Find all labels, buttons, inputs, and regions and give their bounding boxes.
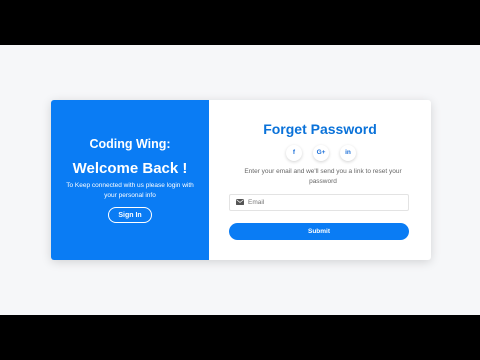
social-login-row: f G+ in (286, 145, 356, 161)
forget-password-panel: Forget Password f G+ in Enter your email… (209, 100, 431, 260)
welcome-info-text: To Keep connected with us please login w… (66, 182, 194, 199)
forgot-password-card: Coding Wing: Welcome Back ! To Keep conn… (51, 100, 431, 260)
sign-in-button[interactable]: Sign In (108, 207, 152, 223)
page-background: Coding Wing: Welcome Back ! To Keep conn… (0, 45, 480, 315)
welcome-heading: Welcome Back ! (72, 160, 188, 177)
reset-description: Enter your email and we'll send you a li… (244, 168, 402, 185)
google-plus-icon[interactable]: G+ (313, 145, 329, 161)
linkedin-icon[interactable]: in (340, 145, 356, 161)
envelope-icon (236, 199, 244, 205)
page-title: Forget Password (263, 121, 377, 137)
submit-button[interactable]: Submit (229, 223, 409, 240)
brand-name: Coding Wing: (89, 137, 171, 151)
email-field-container (229, 194, 409, 211)
welcome-panel: Coding Wing: Welcome Back ! To Keep conn… (51, 100, 209, 260)
facebook-icon[interactable]: f (286, 145, 302, 161)
email-input[interactable] (248, 195, 406, 210)
